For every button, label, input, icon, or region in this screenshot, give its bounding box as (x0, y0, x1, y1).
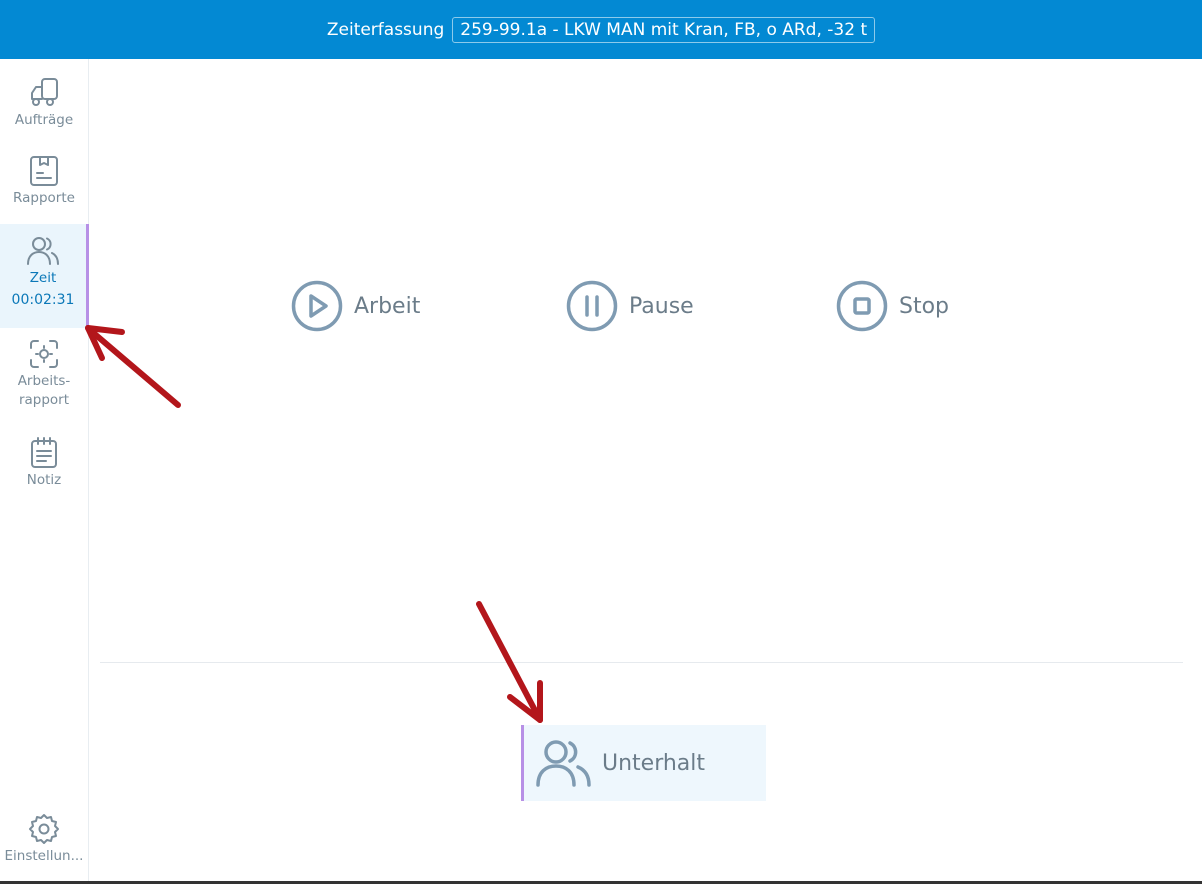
sidebar-item-label-line2: rapport (18, 392, 70, 408)
pause-icon (566, 280, 618, 332)
sidebar-item-label: Einstellun... (4, 848, 84, 864)
stop-button[interactable]: Stop (835, 278, 949, 334)
time-tracking-timer: 00:02:31 (11, 292, 75, 308)
start-work-button[interactable]: Arbeit (290, 278, 420, 334)
truck-icon (31, 78, 58, 106)
start-work-label: Arbeit (354, 293, 421, 319)
users-icon (27, 237, 59, 265)
notepad-icon (31, 437, 57, 468)
gear-icon (29, 814, 59, 844)
sidebar-item-label: Aufträge (14, 112, 74, 128)
sidebar-item-settings[interactable]: Einstellun... (0, 811, 88, 873)
pause-button[interactable]: Pause (565, 278, 694, 334)
sidebar-item-label: Notiz (26, 472, 62, 488)
report-icon (30, 156, 58, 186)
scan-icon (30, 340, 58, 368)
sidebar-item-label: Zeit (29, 270, 57, 286)
stop-label: Stop (899, 293, 950, 319)
sidebar-item-auftraege[interactable]: Aufträge (0, 75, 88, 137)
sidebar-item-arbeitsrapport[interactable]: Arbeits- rapport (0, 336, 88, 418)
users-icon (536, 740, 591, 787)
stop-icon (836, 280, 888, 332)
sidebar-item-label: Arbeits- (17, 373, 71, 389)
section-divider (100, 662, 1183, 663)
app-window: Zeiterfassung 259-99.1a - LKW MAN mit Kr… (0, 0, 1202, 884)
sidebar-item-label: Rapporte (13, 190, 75, 206)
category-label: Unterhalt (602, 750, 706, 776)
top-bar: Zeiterfassung 259-99.1a - LKW MAN mit Kr… (0, 0, 1202, 59)
vehicle-selector[interactable]: 259-99.1a - LKW MAN mit Kran, FB, o ARd,… (452, 16, 876, 43)
sidebar-item-zeit[interactable]: Zeit 00:02:31 (0, 224, 89, 328)
pause-label: Pause (629, 293, 694, 319)
sidebar-item-rapporte[interactable]: Rapporte (0, 153, 88, 215)
page-title: Zeiterfassung (326, 19, 445, 40)
play-icon (291, 280, 343, 332)
sidebar-item-notiz[interactable]: Notiz (0, 435, 88, 497)
category-unterhalt[interactable]: Unterhalt (521, 725, 766, 801)
sidebar: Aufträge Rapporte Zeit 00:02:31 Arbeits-… (0, 59, 89, 881)
